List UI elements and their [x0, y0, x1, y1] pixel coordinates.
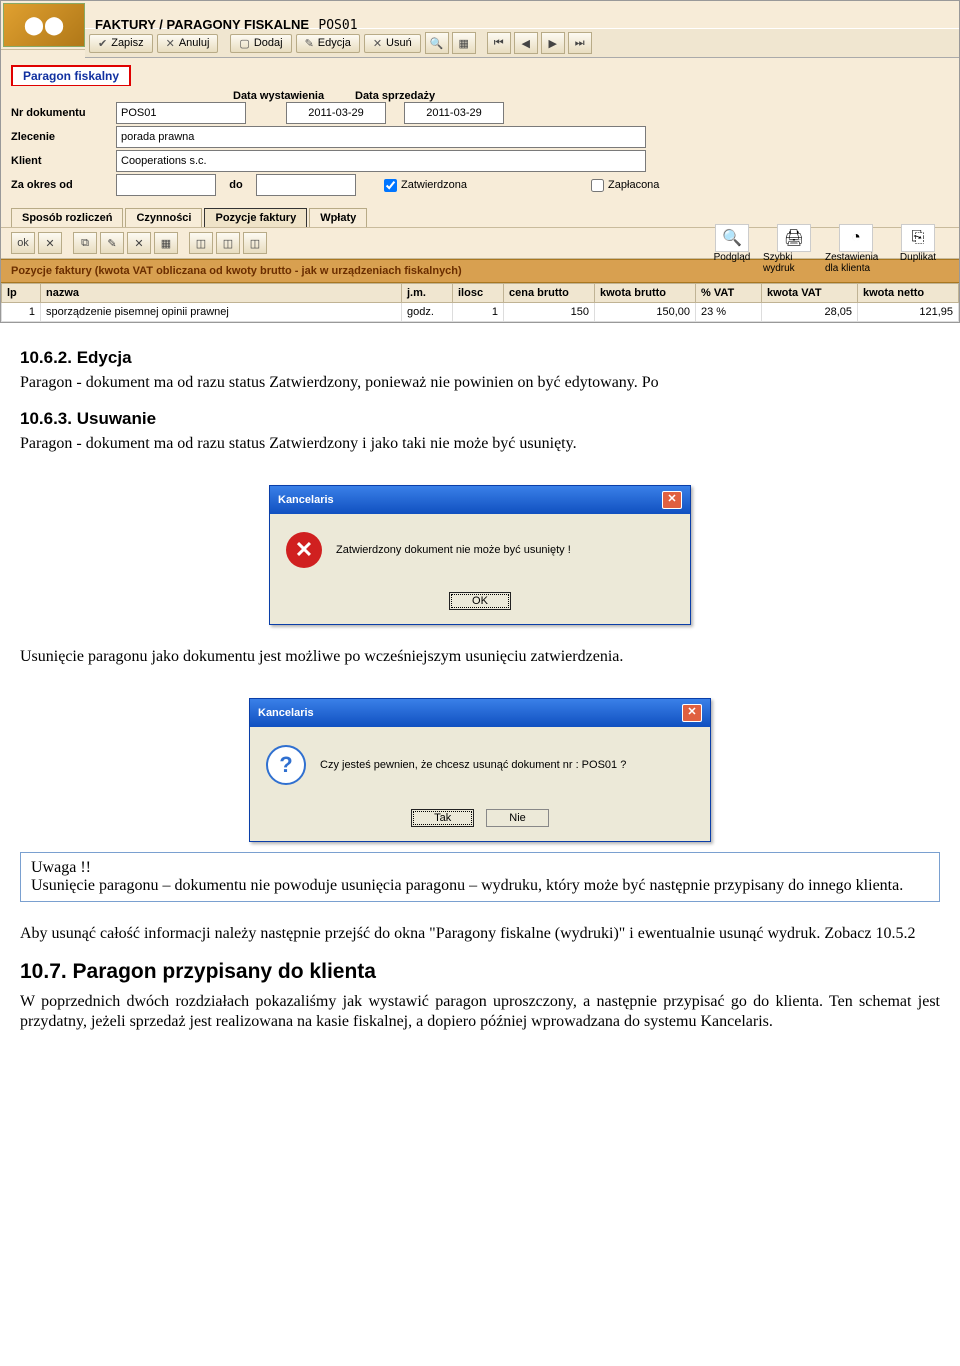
subtab-czynnosci[interactable]: Czynności — [125, 208, 202, 227]
duplicate-icon: ⎘ — [901, 224, 935, 252]
date-headers: Data wystawienia Data sprzedaży — [233, 90, 949, 102]
new-icon: ▢ — [239, 37, 249, 50]
dialog-titlebar: Kancelaris ✕ — [250, 699, 710, 727]
sub-edit-button[interactable]: ✎ — [100, 232, 124, 254]
close-icon[interactable]: ✕ — [662, 491, 682, 509]
nrdok-label: Nr dokumentu — [11, 107, 116, 119]
heading-1063: 10.6.3. Usuwanie — [20, 408, 940, 430]
sub-del-button[interactable]: ✕ — [127, 232, 151, 254]
no-button[interactable]: Nie — [486, 809, 549, 827]
zatwierdzona-checkbox[interactable]: Zatwierdzona — [380, 176, 467, 195]
heading-1062: 10.6.2. Edycja — [20, 347, 940, 369]
doc-type-tabstrip: Paragon fiskalny — [11, 64, 959, 86]
preview-icon: 🔍 — [715, 224, 749, 252]
sub-copy-button[interactable]: ⧉ — [73, 232, 97, 254]
klient-input[interactable] — [116, 150, 646, 172]
data-wystawienia-input[interactable] — [286, 102, 386, 124]
zestawienia-button[interactable]: ◔Zestawienia dla klienta — [825, 224, 887, 274]
delete-icon: ✕ — [373, 37, 382, 50]
do-label: do — [216, 179, 256, 191]
subtab-pozycje-faktury[interactable]: Pozycje faktury — [204, 208, 307, 227]
data-sprzedazy-input[interactable] — [404, 102, 504, 124]
search-icon-button[interactable]: 🔍 — [425, 32, 449, 54]
zaplacona-checkbox[interactable]: Zapłacona — [587, 176, 659, 195]
heading-107: 10.7. Paragon przypisany do klienta — [20, 958, 940, 985]
x-icon: ✕ — [166, 37, 175, 50]
dialog-title: Kancelaris — [258, 707, 314, 719]
para-1063: Paragon - dokument ma od razu status Zat… — [20, 434, 940, 455]
uwaga-note: Uwaga !! Usunięcie paragonu – dokumentu … — [20, 852, 940, 902]
nav-prev-button[interactable]: ◀ — [514, 32, 538, 54]
edycja-button[interactable]: ✎Edycja — [296, 34, 360, 53]
okres-do-input[interactable] — [256, 174, 356, 196]
nrdok-input[interactable] — [116, 102, 246, 124]
nav-last-button[interactable]: ⏭ — [568, 32, 592, 54]
yes-button[interactable]: Tak — [411, 809, 474, 827]
edit-icon: ✎ — [305, 37, 314, 50]
anuluj-button[interactable]: ✕Anuluj — [157, 34, 219, 53]
question-icon: ? — [266, 745, 306, 785]
window-title: FAKTURY / PARAGONY FISKALNE — [87, 17, 309, 32]
dialog-titlebar: Kancelaris ✕ — [270, 486, 690, 514]
right-action-buttons: 🔍Podgląd 🖨Szybki wydruk ◔Zestawienia dla… — [701, 224, 949, 274]
okres-od-input[interactable] — [116, 174, 216, 196]
chart-icon: ◔ — [839, 224, 873, 252]
pozycje-table: lp nazwa j.m. ilosc cena brutto kwota br… — [1, 283, 959, 322]
duplikat-button[interactable]: ⎘Duplikat — [887, 224, 949, 274]
sub-cancel-button[interactable]: ✕ — [38, 232, 62, 254]
dialog-message: Zatwierdzony dokument nie może być usuni… — [336, 544, 571, 556]
note-heading: Uwaga !! — [31, 859, 91, 876]
document-body-2: Usunięcie paragonu jako dokumentu jest m… — [0, 635, 960, 688]
dodaj-button[interactable]: ▢Dodaj — [230, 34, 291, 53]
error-icon: ✕ — [286, 532, 322, 568]
tab-paragon-fiskalny[interactable]: Paragon fiskalny — [11, 65, 131, 87]
printer-icon: 🖨 — [777, 224, 811, 252]
window-posno: POS01 — [312, 18, 357, 33]
error-dialog: Kancelaris ✕ ✕ Zatwierdzony dokument nie… — [269, 485, 691, 625]
klient-label: Klient — [11, 155, 116, 167]
subtab-wplaty[interactable]: Wpłaty — [309, 208, 367, 227]
close-icon[interactable]: ✕ — [682, 704, 702, 722]
document-form: Data wystawienia Data sprzedaży Nr dokum… — [1, 86, 959, 202]
sub-btn-b[interactable]: ◫ — [216, 232, 240, 254]
app-logo-icon: ⬤⬤ — [3, 3, 85, 47]
confirm-dialog: Kancelaris ✕ ? Czy jesteś pewnien, że ch… — [249, 698, 711, 842]
para-after1: Usunięcie paragonu jako dokumentu jest m… — [20, 647, 940, 668]
zaokres-label: Za okres od — [11, 179, 116, 191]
sub-btn-a[interactable]: ◫ — [189, 232, 213, 254]
ok-button[interactable]: OK — [449, 592, 511, 610]
zlecenie-input[interactable] — [116, 126, 646, 148]
sub-btn-c[interactable]: ◫ — [243, 232, 267, 254]
szybki-wydruk-button[interactable]: 🖨Szybki wydruk — [763, 224, 825, 274]
dialog-title: Kancelaris — [278, 494, 334, 506]
note-text: Usunięcie paragonu – dokumentu nie powod… — [31, 877, 903, 894]
zapisz-button[interactable]: ✔Zapisz — [89, 34, 153, 53]
faktury-window: ⬤⬤ FAKTURY / PARAGONY FISKALNE POS01 ✔Za… — [0, 0, 960, 323]
subtab-sposob-rozliczen[interactable]: Sposób rozliczeń — [11, 208, 123, 227]
document-body-3: Aby usunąć całość informacji należy nast… — [0, 912, 960, 1054]
document-body: 10.6.2. Edycja Paragon - dokument ma od … — [0, 323, 960, 475]
check-icon: ✔ — [98, 37, 107, 50]
sub-grid-button[interactable]: ▦ — [154, 232, 178, 254]
usun-button[interactable]: ✕Usuń — [364, 34, 421, 53]
dialog-message: Czy jesteś pewnien, że chcesz usunąć dok… — [320, 759, 626, 771]
table-header-row: lp nazwa j.m. ilosc cena brutto kwota br… — [2, 284, 959, 303]
sub-ok-button[interactable]: ok — [11, 232, 35, 254]
podglad-button[interactable]: 🔍Podgląd — [701, 224, 763, 274]
para-1062: Paragon - dokument ma od razu status Zat… — [20, 373, 940, 394]
nav-next-button[interactable]: ▶ — [541, 32, 565, 54]
para-after2: Aby usunąć całość informacji należy nast… — [20, 924, 940, 945]
nav-first-button[interactable]: ⏮ — [487, 32, 511, 54]
zlecenie-label: Zlecenie — [11, 131, 116, 143]
grid-icon-button[interactable]: ▦ — [452, 32, 476, 54]
para-107: W poprzednich dwóch rozdziałach pokazali… — [20, 992, 940, 1034]
table-row[interactable]: 1 sporządzenie pisemnej opinii prawnej g… — [2, 303, 959, 322]
